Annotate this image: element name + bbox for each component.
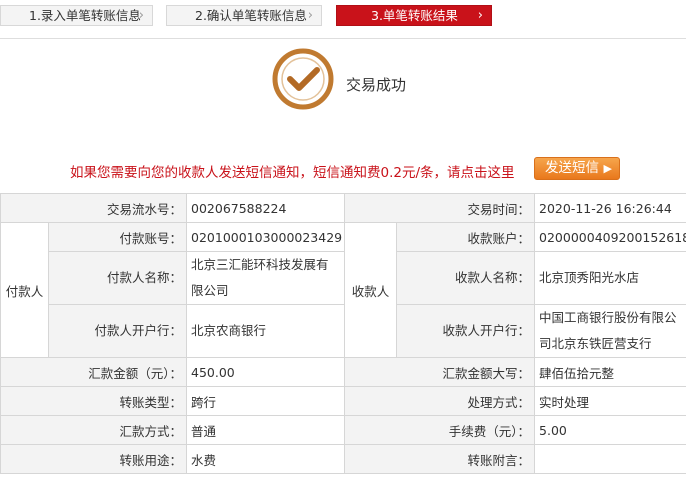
transfer-type-label: 转账类型： xyxy=(0,386,188,416)
purpose-label: 转账用途： xyxy=(0,444,188,474)
step-1-label: 1.录入单笔转账信息 xyxy=(29,8,141,23)
table-row: 交易流水号： 002067588224 交易时间： 2020-11-26 16:… xyxy=(0,193,686,223)
payer-name-value: 北京三汇能环科技发展有限公司 xyxy=(186,251,346,305)
serial-value: 002067588224 xyxy=(186,193,346,223)
step-3-label: 3.单笔转账结果 xyxy=(371,8,458,23)
transaction-status: 交易成功 xyxy=(272,48,492,110)
payer-name-label: 付款人名称： xyxy=(47,251,188,305)
step-2-confirm-info[interactable]: 2.确认单笔转账信息 › xyxy=(166,5,322,26)
amount-label: 汇款金额（元）： xyxy=(0,357,188,387)
step-1-enter-info[interactable]: 1.录入单笔转账信息 › xyxy=(0,5,153,26)
fee-value: 5.00 xyxy=(534,415,686,445)
transfer-details-table: 交易流水号： 002067588224 交易时间： 2020-11-26 16:… xyxy=(0,193,686,474)
amount-value: 450.00 xyxy=(186,357,346,387)
serial-label: 交易流水号： xyxy=(0,193,188,223)
amount-caps-label: 汇款金额大写： xyxy=(344,357,536,387)
divider xyxy=(0,38,686,39)
payee-group-label: 收款人 xyxy=(344,222,398,358)
memo-label: 转账附言： xyxy=(344,444,536,474)
fee-label: 手续费（元）： xyxy=(344,415,536,445)
chevron-right-icon: › xyxy=(477,8,483,23)
payer-account-value: 0201000103000023429 xyxy=(186,222,346,252)
table-row: 付款人名称： 北京三汇能环科技发展有限公司 收款人名称： 北京顶秀阳光水店 xyxy=(1,251,686,305)
process-mode-label: 处理方式： xyxy=(344,386,536,416)
payee-account-value: 0200000409200152618 xyxy=(534,222,686,252)
sms-notice: 如果您需要向您的收款人发送短信通知，短信通知费0.2元/条，请点击这里 发送短信… xyxy=(0,157,686,181)
step-2-label: 2.确认单笔转账信息 xyxy=(195,8,307,23)
table-row: 转账用途： 水费 转账附言： xyxy=(0,444,686,474)
chevron-right-icon: › xyxy=(138,8,144,23)
send-sms-button[interactable]: 发送短信 ▶ xyxy=(534,157,620,180)
table-row: 汇款方式： 普通 手续费（元）： 5.00 xyxy=(0,415,686,445)
payee-bank-label: 收款人开户行： xyxy=(396,304,536,358)
table-row: 付款人 付款账号： 0201000103000023429 收款人 收款账户： … xyxy=(0,222,686,358)
step-indicator: 1.录入单笔转账信息 › 2.确认单笔转账信息 › 3.单笔转账结果 › xyxy=(0,0,686,34)
payer-account-label: 付款账号： xyxy=(47,222,188,252)
table-row: 汇款金额（元）： 450.00 汇款金额大写： 肆佰伍拾元整 xyxy=(0,357,686,387)
payer-bank-value: 北京农商银行 xyxy=(186,304,346,358)
step-3-result[interactable]: 3.单笔转账结果 › xyxy=(336,5,492,26)
payee-name-value: 北京顶秀阳光水店 xyxy=(534,251,686,305)
payee-bank-value: 中国工商银行股份有限公司北京东铁匠营支行 xyxy=(534,304,686,358)
sms-notice-text: 如果您需要向您的收款人发送短信通知，短信通知费0.2元/条，请点击这里 xyxy=(70,165,515,181)
transfer-type-value: 跨行 xyxy=(186,386,346,416)
chevron-right-icon: › xyxy=(307,8,313,23)
check-circle-icon xyxy=(272,48,334,110)
table-row: 付款人开户行： 北京农商银行 收款人开户行： 中国工商银行股份有限公司北京东铁匠… xyxy=(1,304,686,358)
payee-name-label: 收款人名称： xyxy=(396,251,536,305)
memo-value xyxy=(534,444,686,474)
purpose-value: 水费 xyxy=(186,444,346,474)
time-label: 交易时间： xyxy=(344,193,536,223)
play-arrow-icon: ▶ xyxy=(603,162,612,175)
payer-bank-label: 付款人开户行： xyxy=(47,304,188,358)
remit-mode-value: 普通 xyxy=(186,415,346,445)
payee-account-label: 收款账户： xyxy=(396,222,536,252)
table-row: 转账类型： 跨行 处理方式： 实时处理 xyxy=(0,386,686,416)
time-value: 2020-11-26 16:26:44 xyxy=(534,193,686,223)
payer-group-label: 付款人 xyxy=(0,222,49,358)
status-message: 交易成功 xyxy=(346,76,407,94)
send-sms-label: 发送短信 xyxy=(545,160,599,176)
amount-caps-value: 肆佰伍拾元整 xyxy=(534,357,686,387)
remit-mode-label: 汇款方式： xyxy=(0,415,188,445)
process-mode-value: 实时处理 xyxy=(534,386,686,416)
